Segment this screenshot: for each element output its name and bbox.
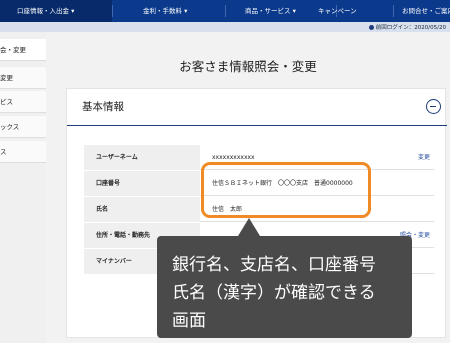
sidebar-item-more[interactable]: ス	[0, 141, 46, 163]
row-label: ユーザーネーム	[84, 145, 200, 170]
nav-divider	[393, 5, 394, 17]
card-title: 基本情報	[82, 101, 124, 113]
sidebar: 会・変更 変更 ビス ックス ス	[0, 32, 46, 343]
callout-line: 銀行名、支店名、口座番号	[172, 255, 376, 275]
change-link[interactable]: 変更	[418, 145, 430, 170]
nav-products-services[interactable]: 商品・サービス ▾	[245, 0, 296, 22]
sidebar-item-service[interactable]: ビス	[0, 91, 46, 113]
callout-line: 氏名（漢字）が確認できる	[172, 283, 376, 303]
nav-rates-fees[interactable]: 金利・手数料 ▾	[143, 0, 187, 22]
last-login-text: 前回ログイン：2020/05/20	[368, 23, 446, 31]
sidebar-item-customer-info[interactable]: 会・変更	[0, 39, 46, 61]
nav-divider	[225, 5, 226, 17]
collapse-minus-icon[interactable]	[426, 99, 441, 114]
nav-campaign[interactable]: キャンペーン	[318, 0, 357, 22]
clock-icon	[368, 25, 374, 30]
nav-contact[interactable]: お問合せ・ご案内	[402, 0, 450, 22]
callout-line: 画面	[172, 311, 206, 331]
login-info-bar: 前回ログイン：2020/05/20	[0, 22, 450, 32]
annotation-callout: 銀行名、支店名、口座番号 氏名（漢字）が確認できる 画面	[157, 236, 412, 338]
highlight-frame	[201, 162, 371, 218]
nav-account-info[interactable]: 口座情報・入出金 ▾	[0, 0, 112, 22]
sidebar-item-box[interactable]: ックス	[0, 116, 46, 138]
card-divider	[67, 125, 447, 126]
sidebar-item-change[interactable]: 変更	[0, 67, 46, 89]
row-label: 口座番号	[84, 171, 200, 196]
nav-divider	[112, 5, 113, 17]
last-login-value: 前回ログイン：2020/05/20	[375, 25, 446, 31]
page-title: お客さま情報照会・変更	[179, 59, 317, 74]
callout-pointer	[238, 218, 260, 236]
row-label: 氏名	[84, 197, 200, 222]
top-navigation: 口座情報・入出金 ▾ 金利・手数料 ▾ 商品・サービス ▾ キャンペーン お問合…	[0, 0, 450, 22]
